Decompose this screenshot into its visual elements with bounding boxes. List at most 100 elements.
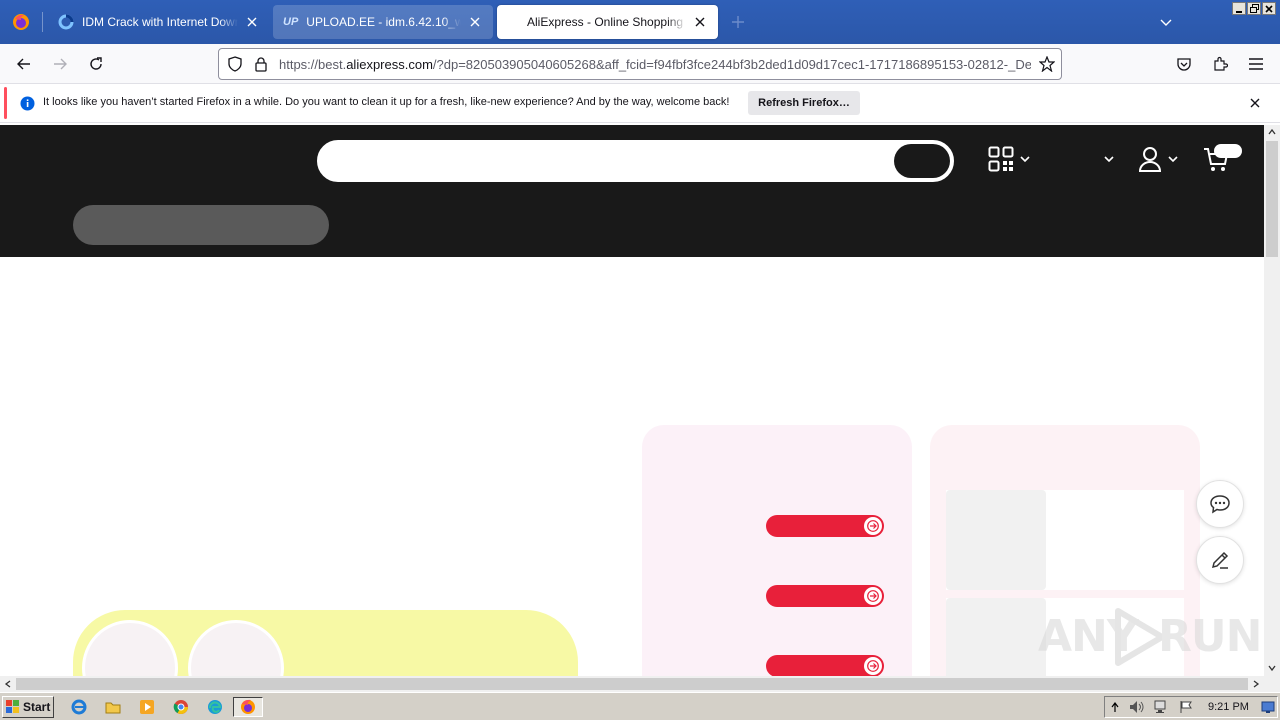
firefox-menu-button[interactable] <box>0 0 42 44</box>
new-tab-button[interactable] <box>728 12 748 32</box>
close-tab-icon[interactable] <box>467 14 483 30</box>
action-center-flag-icon[interactable] <box>1179 700 1193 714</box>
taskbar-clock[interactable]: 9:21 PM <box>1208 701 1249 713</box>
vertical-scrollbar[interactable] <box>1264 125 1280 676</box>
site-header <box>0 125 1264 257</box>
refresh-firefox-button[interactable]: Refresh Firefox… <box>748 91 860 115</box>
start-label: Start <box>23 700 51 714</box>
extensions-button[interactable] <box>1208 52 1232 76</box>
restore-window-button[interactable] <box>1247 2 1261 15</box>
shop-now-button[interactable] <box>766 515 884 537</box>
scroll-right-arrow-icon[interactable] <box>1252 680 1260 688</box>
show-desktop-icon[interactable] <box>1261 700 1275 714</box>
back-button[interactable] <box>12 52 36 76</box>
system-tray <box>1104 696 1278 718</box>
category-placeholder-bar <box>73 205 329 245</box>
chat-bubble-icon <box>1209 494 1231 514</box>
close-icon[interactable] <box>1249 97 1261 109</box>
shop-now-button[interactable] <box>766 655 884 676</box>
url-scheme: https://best. <box>279 57 347 72</box>
media-player-taskbar-icon[interactable] <box>136 697 158 717</box>
edge-taskbar-icon[interactable] <box>204 697 226 717</box>
firefox-taskbar-button[interactable] <box>233 697 263 717</box>
notification-accent <box>4 87 7 119</box>
scrollbar-corner <box>1264 676 1280 692</box>
tab-strip: IDM Crack with Internet Download UP UPLO… <box>0 0 1280 44</box>
pocket-icon <box>1176 56 1192 72</box>
file-explorer-taskbar-icon[interactable] <box>102 697 124 717</box>
horizontal-scrollbar[interactable] <box>0 676 1264 692</box>
tab-aliexpress[interactable]: AliExpress - Online Shopping für El <box>497 5 718 39</box>
url-bar[interactable]: https://best.aliexpress.com/?dp=82050390… <box>218 48 1062 80</box>
internet-explorer-taskbar-icon[interactable] <box>68 697 90 717</box>
show-hidden-icons-icon[interactable] <box>1111 701 1119 713</box>
user-icon <box>1138 146 1162 172</box>
product-thumbnail[interactable] <box>946 490 1046 590</box>
feedback-button[interactable] <box>1196 536 1244 584</box>
url-path: /?dp=820503905040605268&aff_fcid=f94fbf3… <box>432 57 1031 72</box>
navigation-toolbar: https://best.aliexpress.com/?dp=82050390… <box>0 44 1280 84</box>
app-menu-button[interactable] <box>1244 52 1268 76</box>
chrome-taskbar-icon[interactable] <box>170 697 192 717</box>
qr-code-button[interactable] <box>988 146 1030 172</box>
pencil-icon <box>1210 550 1230 570</box>
reload-button[interactable] <box>84 52 108 76</box>
windows-taskbar: Start 9:21 PM <box>0 692 1280 720</box>
reload-icon <box>88 56 104 72</box>
qr-code-icon <box>988 146 1014 172</box>
url-domain: aliexpress.com <box>346 57 433 72</box>
network-icon[interactable] <box>1153 700 1169 714</box>
shop-now-button[interactable] <box>766 585 884 607</box>
page-viewport: ANY RUN <box>0 125 1264 676</box>
tab-label: IDM Crack with Internet Download <box>82 15 238 29</box>
list-all-tabs-button[interactable] <box>1156 12 1176 32</box>
anyrun-watermark: ANY RUN <box>1038 605 1262 669</box>
scroll-left-arrow-icon[interactable] <box>4 680 12 688</box>
tab-upload-ee[interactable]: UP UPLOAD.EE - idm.6.42.10_with_a <box>273 5 493 39</box>
chevron-down-icon <box>1020 155 1030 163</box>
promo-card[interactable] <box>642 425 912 676</box>
notification-message: It looks like you haven’t started Firefo… <box>43 96 730 108</box>
account-button[interactable] <box>1138 146 1178 172</box>
scroll-down-arrow-icon[interactable] <box>1268 664 1276 672</box>
chevron-down-icon <box>1168 155 1178 163</box>
tab-separator <box>42 12 43 32</box>
arrow-right-circle-icon <box>864 517 882 535</box>
arrow-right-circle-icon <box>864 657 882 675</box>
refresh-firefox-notification: It looks like you haven’t started Firefo… <box>0 85 1280 123</box>
bookmark-star-icon[interactable] <box>1039 56 1055 72</box>
close-tab-icon[interactable] <box>244 14 260 30</box>
close-tab-icon[interactable] <box>692 14 708 30</box>
horizontal-scroll-thumb[interactable] <box>16 678 1248 690</box>
upload-favicon-icon: UP <box>283 16 299 28</box>
scroll-up-arrow-icon[interactable] <box>1268 128 1276 136</box>
site-favicon-icon <box>58 14 74 30</box>
minimize-window-button[interactable] <box>1232 2 1246 15</box>
arrow-left-icon <box>16 56 32 72</box>
search-button[interactable] <box>894 144 950 178</box>
tracking-protection-shield-icon[interactable] <box>227 56 243 72</box>
forward-button[interactable] <box>48 52 72 76</box>
chat-button[interactable] <box>1196 480 1244 528</box>
close-window-button[interactable] <box>1262 2 1276 15</box>
vertical-scroll-thumb[interactable] <box>1266 141 1278 257</box>
cart-count-badge <box>1214 144 1242 158</box>
tab-label: UPLOAD.EE - idm.6.42.10_with_a <box>306 15 461 29</box>
watermark-text-right: RUN <box>1158 611 1262 662</box>
pocket-button[interactable] <box>1172 52 1196 76</box>
lock-icon[interactable] <box>253 56 269 72</box>
info-icon <box>20 96 35 111</box>
chevron-down-icon <box>1104 155 1114 163</box>
plus-icon <box>732 16 744 28</box>
windows-logo-icon <box>6 700 20 714</box>
url-text[interactable]: https://best.aliexpress.com/?dp=82050390… <box>279 57 1031 72</box>
volume-icon[interactable] <box>1129 700 1145 714</box>
arrow-right-icon <box>52 56 68 72</box>
tab-label: AliExpress - Online Shopping für El <box>527 15 686 29</box>
start-button[interactable]: Start <box>2 696 54 718</box>
product-thumbnail[interactable] <box>946 598 1046 676</box>
firefox-logo-icon <box>12 13 30 31</box>
tab-idm[interactable]: IDM Crack with Internet Download <box>48 5 270 39</box>
language-dropdown[interactable] <box>1104 155 1114 163</box>
search-input[interactable] <box>317 140 954 182</box>
